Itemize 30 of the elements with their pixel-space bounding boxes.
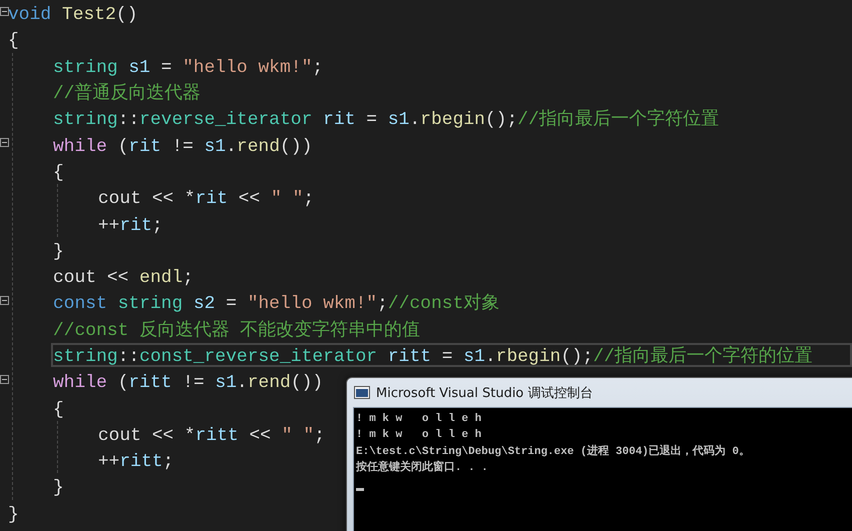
code-line: string::reverse_iterator rit = s1.rbegin();//指向最后一个字符位置 (52, 108, 720, 130)
code-line: } (52, 240, 65, 262)
fold-toggle[interactable] (0, 375, 9, 384)
fold-toggle[interactable] (0, 138, 9, 148)
code-line: //普通反向迭代器 (52, 82, 202, 104)
code-line: while (ritt != s1.rend()) (52, 372, 324, 394)
console-output-line: ! m k w o l l e h (356, 412, 482, 427)
code-line: //const 反向迭代器 不能改变字符串中的值 (52, 318, 422, 341)
text-cursor (356, 488, 364, 492)
code-line: cout << *ritt << " "; (97, 424, 326, 446)
console-output-line: 按任意键关闭此窗口. . . (356, 460, 490, 476)
fold-toggle[interactable] (0, 296, 9, 306)
code-line: } (7, 504, 20, 525)
code-line: { (52, 162, 65, 183)
code-line: ++rit; (97, 214, 164, 236)
code-line: string s1 = "hello wkm!"; (52, 56, 324, 78)
code-line: { (7, 30, 20, 52)
code-line: while (rit != s1.rend()) (52, 136, 314, 157)
code-line: cout << endl; (52, 267, 194, 288)
console-app-icon (354, 386, 370, 399)
fold-toggle[interactable] (0, 7, 9, 16)
window-title: Microsoft Visual Studio 调试控制台 (376, 384, 593, 402)
code-line: const string s2 = "hello wkm!";//const对象 (52, 292, 501, 314)
code-line: void Test2() (7, 4, 139, 26)
console-output-line: E:\test.c\String\Debug\String.exe (进程 3004)已退出，代码为 0。 (356, 444, 751, 460)
console-output-line: ! m k w o l l e h (356, 428, 482, 444)
code-line: ++ritt; (97, 451, 175, 472)
code-line: } (52, 477, 65, 498)
code-line: { (52, 398, 65, 420)
code-line: cout << *rit << " "; (97, 188, 316, 210)
